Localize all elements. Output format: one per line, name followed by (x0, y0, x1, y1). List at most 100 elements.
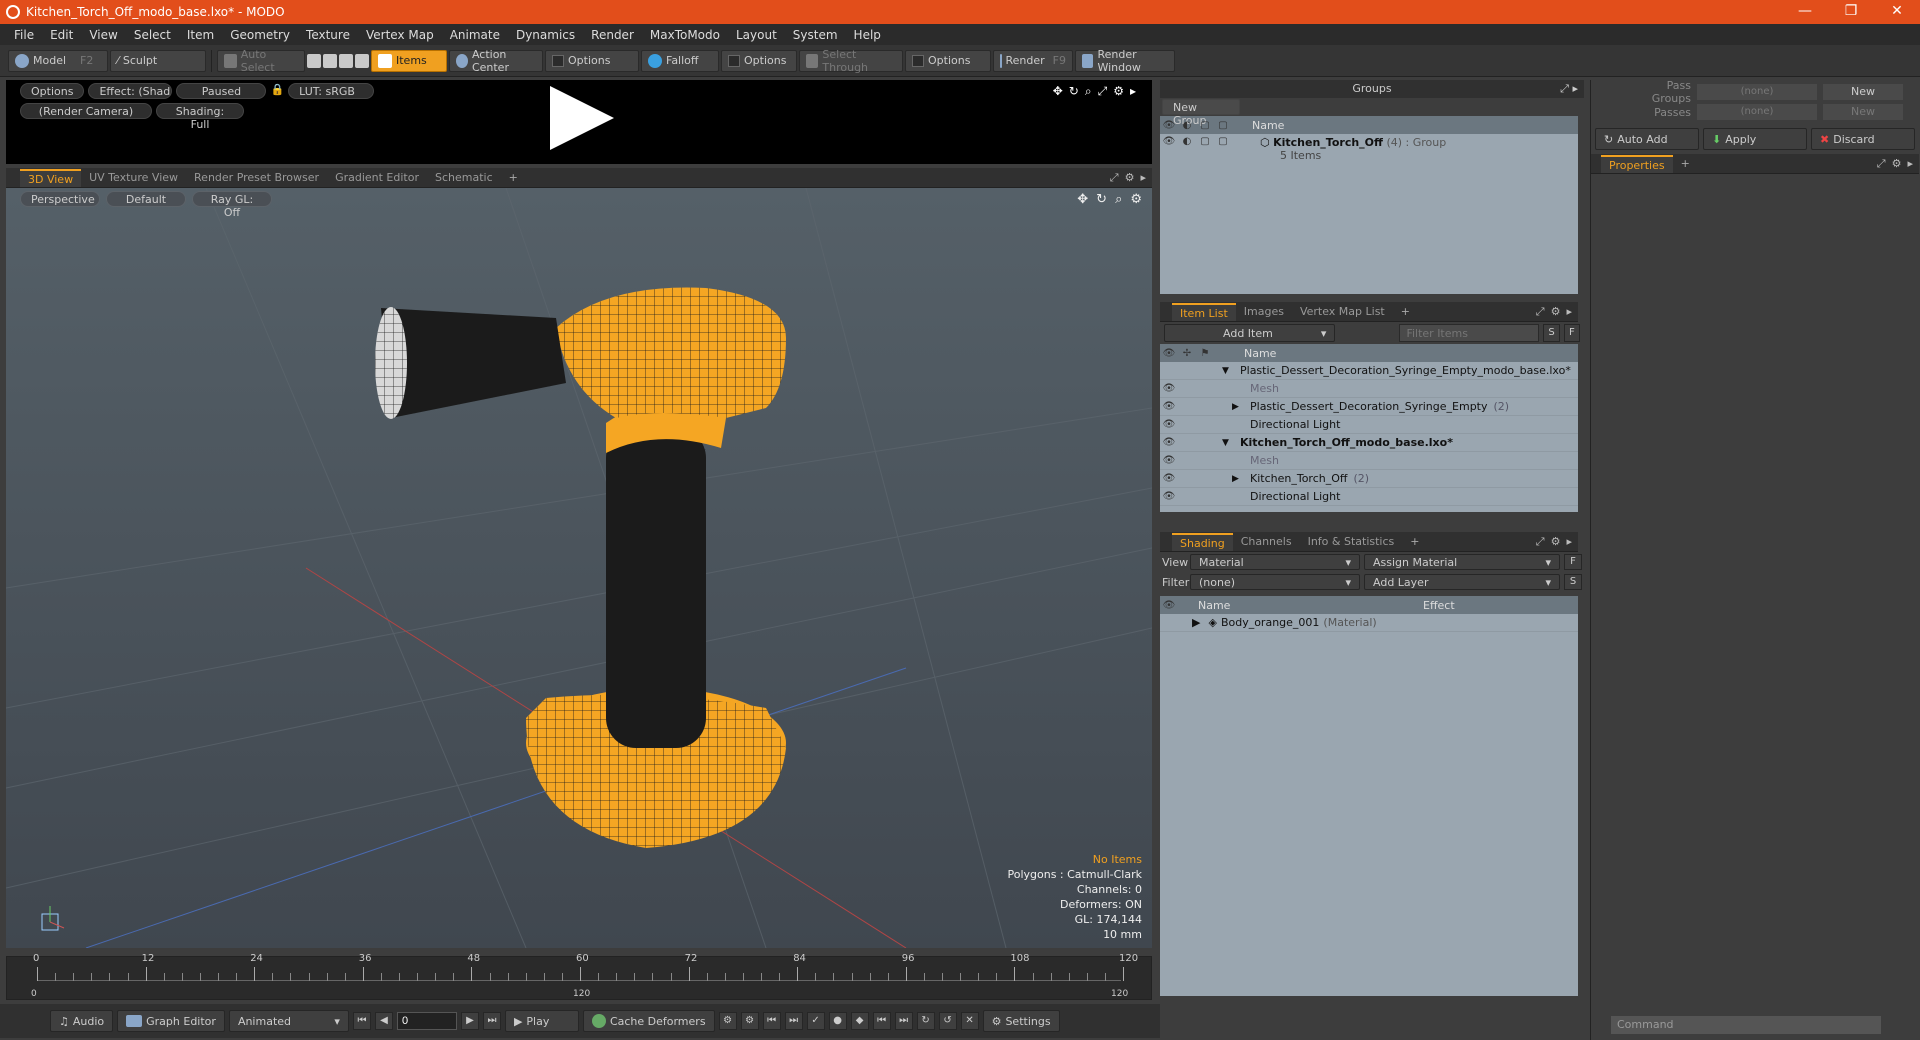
maximize-icon[interactable]: ⤢ (1536, 535, 1545, 549)
maximize-icon[interactable]: ⤢ (1536, 305, 1545, 319)
tab-images[interactable]: Images (1236, 303, 1292, 321)
discard-button[interactable]: ✖ Discard (1811, 128, 1915, 150)
tab-gradient-editor[interactable]: Gradient Editor (327, 169, 427, 187)
perspective-dropdown[interactable]: Perspective (20, 191, 100, 207)
camera-dropdown[interactable]: (Render Camera) (20, 103, 152, 119)
expand-icon[interactable]: ▶ (1178, 402, 1246, 412)
timeline-ruler[interactable]: 0 12 24 36 48 60 72 84 96 108 120 (33, 953, 1138, 981)
auto-select-button[interactable]: Auto Select (217, 48, 305, 74)
materials-mode-icon[interactable] (355, 53, 369, 68)
menu-dynamics[interactable]: Dynamics (508, 28, 583, 42)
key-icon[interactable]: ⚙ (718, 1012, 737, 1030)
falloff-options-button[interactable]: Options (721, 49, 797, 72)
audio-button[interactable]: ♫ Audio (50, 1010, 114, 1032)
tab-shading[interactable]: Shading (1172, 533, 1233, 551)
action-center-button[interactable]: Action Center (449, 48, 543, 74)
select-through-options-button[interactable]: Options (905, 49, 991, 72)
eye-icon[interactable]: 👁 (1160, 419, 1178, 430)
menu-vertex-map[interactable]: Vertex Map (358, 28, 442, 42)
shading-list[interactable]: 👁 Name Effect ▶ ◈ Body_orange_001 (Mater… (1160, 596, 1578, 996)
menu-select[interactable]: Select (126, 28, 179, 42)
tab-3d-view[interactable]: 3D View (20, 169, 82, 187)
menu-layout[interactable]: Layout (728, 28, 785, 42)
s-button[interactable]: S (1543, 324, 1560, 342)
move-icon[interactable]: ✥ (1053, 84, 1063, 99)
arrow-right-icon[interactable]: ▸ (1566, 305, 1572, 319)
pass-groups-dropdown[interactable]: (none) (1697, 84, 1817, 100)
eye-icon[interactable]: 👁 (1160, 491, 1178, 502)
expand-icon[interactable]: ▼ (1178, 438, 1236, 448)
menu-geometry[interactable]: Geometry (222, 28, 298, 42)
gear-icon[interactable]: ⚙ (1551, 305, 1561, 319)
move-icon[interactable]: ✥ (1077, 192, 1088, 207)
filter-dropdown[interactable]: (none) ▾ (1190, 574, 1360, 590)
tab-schematic[interactable]: Schematic (427, 169, 501, 187)
render-preview[interactable]: Options Effect: (Shadi... Paused 🔒 LUT: … (6, 80, 1152, 164)
render-button[interactable]: Render F9 (993, 49, 1073, 72)
effect-dropdown[interactable]: Effect: (Shadi... (88, 83, 173, 99)
preview-options-button[interactable]: Options (20, 83, 85, 99)
item-row[interactable]: 👁 Directional Light (1160, 416, 1578, 434)
new-group-button[interactable]: New Group (1162, 99, 1240, 127)
eye-icon[interactable]: 👁 (1160, 401, 1178, 412)
add-layer-dropdown[interactable]: Add Layer ▾ (1364, 574, 1560, 590)
eye-icon[interactable]: 👁 (1160, 437, 1178, 448)
gear-icon[interactable]: ⚙ (1125, 171, 1135, 185)
gear-icon[interactable]: ⚙ (1130, 192, 1142, 207)
prev-frame-icon[interactable]: ⏮ (872, 1012, 891, 1030)
add-tab-icon[interactable]: + (1402, 533, 1427, 551)
rotate-icon[interactable]: ↻ (1069, 84, 1079, 99)
arrow-right-icon[interactable]: ▸ (1140, 171, 1146, 185)
view-dropdown[interactable]: Material ▾ (1190, 554, 1360, 570)
restore-icon[interactable]: ❐ (1828, 0, 1874, 24)
arrow-right-icon[interactable]: ▸ (1566, 535, 1572, 549)
rotate-icon[interactable]: ↻ (1096, 192, 1107, 207)
zoom-icon[interactable]: ⌕ (1115, 192, 1122, 207)
settings-button[interactable]: ⚙ Settings (982, 1010, 1060, 1032)
group-row[interactable]: 👁 ◐ ▢ ▢ ⬡ Kitchen_Torch_Off (4) : Group 5 I… (1160, 134, 1578, 162)
add-tab-icon[interactable]: + (1393, 303, 1418, 321)
action-center-options-button[interactable]: Options (545, 49, 639, 72)
menu-render[interactable]: Render (583, 28, 642, 42)
item-row[interactable]: ▼ Plastic_Dessert_Decoration_Syringe_Empt… (1160, 362, 1578, 380)
shading-dropdown[interactable]: Shading: Full (156, 103, 244, 131)
model-button[interactable]: Model F2 (8, 49, 108, 72)
tab-render-preset-browser[interactable]: Render Preset Browser (186, 169, 327, 187)
f-button[interactable]: F (1564, 554, 1582, 570)
skip-end-icon[interactable]: ⏭ (482, 1012, 501, 1030)
f-button[interactable]: F (1563, 324, 1581, 342)
3d-viewport[interactable]: Perspective Default Ray GL: Off ✥ ↻ ⌕ ⚙ … (6, 188, 1152, 948)
menu-edit[interactable]: Edit (42, 28, 81, 42)
play-button[interactable]: ▶ Play (504, 1010, 579, 1032)
zoom-icon[interactable]: ⌕ (1085, 84, 1092, 99)
vertices-mode-icon[interactable] (307, 53, 321, 68)
menu-help[interactable]: Help (846, 28, 889, 42)
new-pass-button[interactable]: New (1823, 104, 1903, 120)
sculpt-button[interactable]: ⁄ Sculpt (110, 49, 206, 72)
item-row[interactable]: 👁 ▶ Plastic_Dessert_Decoration_Syringe_Emp… (1160, 398, 1578, 416)
step-forward-icon[interactable]: ▶ (460, 1012, 479, 1030)
loop-icon[interactable]: ↻ (916, 1012, 935, 1030)
close-icon[interactable]: ✕ (1874, 0, 1920, 24)
filter-items-input[interactable] (1399, 324, 1540, 342)
tab-properties[interactable]: Properties (1601, 155, 1673, 173)
kitchen-torch-model[interactable] (6, 188, 1152, 948)
new-pass-group-button[interactable]: New (1823, 84, 1903, 100)
next-key-icon[interactable]: ⏭ (784, 1012, 803, 1030)
default-style-dropdown[interactable]: Default (106, 191, 186, 207)
cache-deformers-button[interactable]: Cache Deformers (582, 1010, 715, 1032)
select-toggle-icon[interactable]: ▢ (1214, 136, 1232, 162)
tab-channels[interactable]: Channels (1233, 533, 1300, 551)
expand-icon[interactable]: ▼ (1178, 366, 1236, 376)
edges-mode-icon[interactable] (323, 53, 337, 68)
gear-icon[interactable]: ⚙ (1113, 84, 1124, 99)
render-toggle-icon[interactable]: ◐ (1178, 136, 1196, 162)
menu-animate[interactable]: Animate (442, 28, 508, 42)
raygl-dropdown[interactable]: Ray GL: Off (192, 191, 272, 219)
arrow-right-icon[interactable]: ▸ (1130, 84, 1136, 99)
item-row[interactable]: 👁 ▼ Kitchen_Torch_Off_modo_base.lxo* (1160, 434, 1578, 452)
eye-icon[interactable]: 👁 (1160, 455, 1178, 466)
item-row[interactable]: 👁 Mesh (1160, 380, 1578, 398)
maximize-icon[interactable]: ⤢ (1110, 171, 1119, 185)
expand-icon[interactable]: ▶ (1178, 616, 1200, 629)
